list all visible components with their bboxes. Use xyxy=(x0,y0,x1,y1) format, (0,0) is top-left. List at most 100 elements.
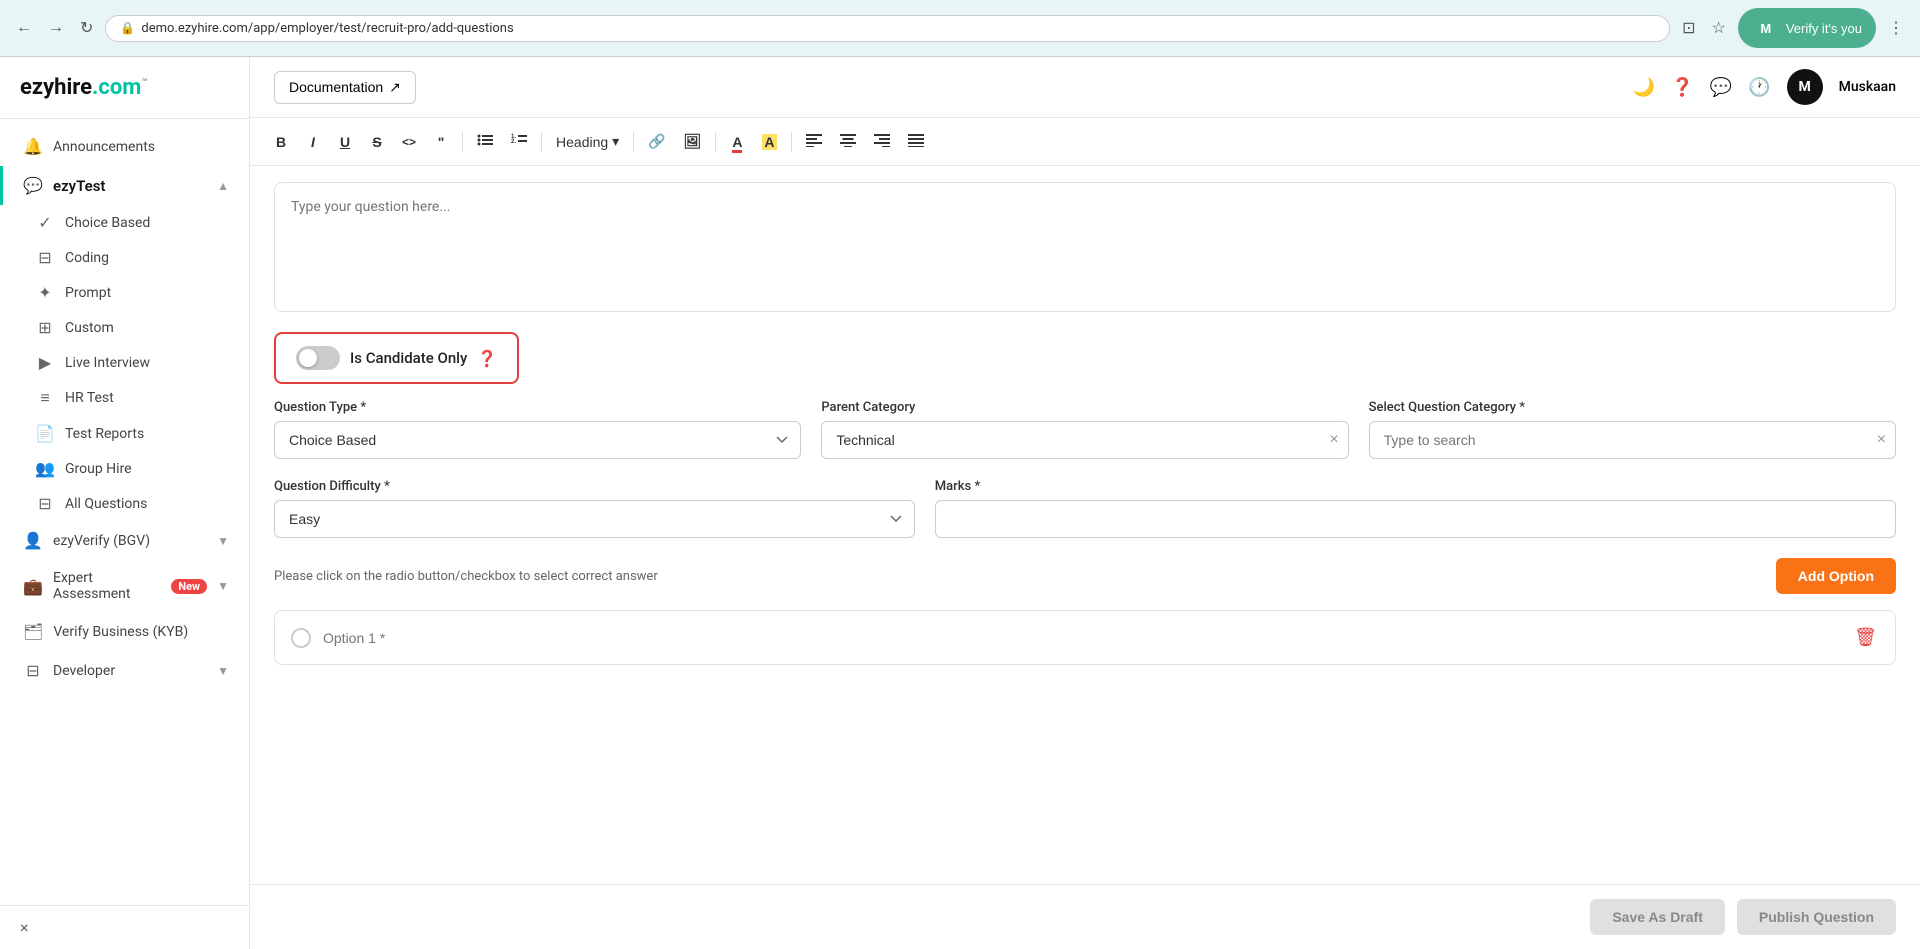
sidebar-item-coding[interactable]: ⊟ Coding xyxy=(16,240,249,275)
sidebar-item-prompt[interactable]: ✦ Prompt xyxy=(16,275,249,310)
sidebar-bottom: × xyxy=(0,905,249,949)
code-button[interactable]: <> xyxy=(394,130,424,154)
link-button[interactable]: 🔗 xyxy=(640,128,673,155)
sidebar-close-button[interactable]: × xyxy=(20,918,29,937)
toolbar-sep-1 xyxy=(462,132,463,152)
parent-category-clear-button[interactable]: × xyxy=(1329,431,1338,449)
developer-chevron: ▼ xyxy=(217,664,229,678)
publish-question-button[interactable]: Publish Question xyxy=(1737,899,1896,935)
italic-button[interactable]: I xyxy=(298,129,328,155)
question-type-label: Question Type * xyxy=(274,400,801,415)
unordered-list-button[interactable] xyxy=(469,128,501,155)
documentation-button[interactable]: Documentation ↗ xyxy=(274,71,416,104)
heading-dropdown-button[interactable]: Heading ▾ xyxy=(548,128,627,155)
option-row: 🗑 xyxy=(274,610,1896,665)
candidate-only-label: Is Candidate Only xyxy=(350,349,467,367)
refresh-button[interactable]: ↻ xyxy=(76,14,97,42)
heading-dropdown-chevron: ▾ xyxy=(612,133,619,150)
align-justify-button[interactable] xyxy=(900,128,932,155)
user-avatar[interactable]: M xyxy=(1787,69,1823,105)
toggle-knob xyxy=(299,349,317,367)
answer-section: Please click on the radio button/checkbo… xyxy=(250,558,1920,701)
all-questions-icon: ⊟ xyxy=(35,494,55,513)
parent-category-wrapper: × xyxy=(821,421,1348,459)
back-button[interactable]: ← xyxy=(12,15,36,41)
ezytest-subnav: ✓ Choice Based ⊟ Coding ✦ Prompt ⊞ Custo… xyxy=(0,205,249,521)
align-right-button[interactable] xyxy=(866,128,898,155)
toolbar-sep-5 xyxy=(791,132,792,152)
highlight-button[interactable]: A xyxy=(754,129,784,155)
candidate-only-toggle[interactable] xyxy=(296,346,340,370)
add-option-button[interactable]: Add Option xyxy=(1776,558,1896,594)
sidebar-item-developer[interactable]: ⊟ Developer ▼ xyxy=(0,651,249,690)
history-button[interactable]: 🕐 xyxy=(1748,77,1770,98)
option-delete-button[interactable]: 🗑 xyxy=(1852,625,1879,650)
ezytest-icon: 💬 xyxy=(23,176,43,195)
bookmark-icon[interactable]: ☆ xyxy=(1707,14,1729,42)
dark-mode-button[interactable]: 🌙 xyxy=(1633,77,1655,98)
screen-icon[interactable]: ⊡ xyxy=(1678,14,1699,42)
prompt-icon: ✦ xyxy=(35,283,55,302)
sidebar-item-all-questions[interactable]: ⊟ All Questions xyxy=(16,486,249,521)
forward-button[interactable]: → xyxy=(44,15,68,41)
sidebar-item-custom[interactable]: ⊞ Custom xyxy=(16,310,249,345)
developer-label: Developer xyxy=(53,663,115,679)
candidate-only-help-icon[interactable]: ❓ xyxy=(477,349,497,368)
sidebar-item-expert-assessment[interactable]: 💼 Expert Assessment New ▼ xyxy=(0,560,249,612)
sidebar-item-live-interview[interactable]: ▶ Live Interview xyxy=(16,345,249,380)
sidebar-item-test-reports[interactable]: 📄 Test Reports xyxy=(16,416,249,451)
choice-based-icon: ✓ xyxy=(35,213,55,232)
verify-business-icon: 🗂 xyxy=(23,622,43,641)
toolbar-sep-2 xyxy=(541,132,542,152)
save-draft-button[interactable]: Save As Draft xyxy=(1590,899,1725,935)
doc-external-icon: ↗ xyxy=(389,79,401,96)
text-color-button[interactable]: A xyxy=(722,129,752,155)
sidebar: ezyhire.com™ 🔔 Announcements 💬 ezyTest ▲… xyxy=(0,57,250,949)
option-input[interactable] xyxy=(323,630,1840,646)
sidebar-item-ezyverify[interactable]: 👤 ezyVerify (BGV) ▼ xyxy=(0,521,249,560)
answer-hint: Please click on the radio button/checkbo… xyxy=(274,569,658,584)
question-type-select[interactable]: Choice Based Single Choice Multiple Choi… xyxy=(274,421,801,459)
select-category-input[interactable] xyxy=(1369,421,1896,459)
ordered-list-button[interactable]: 1.2. xyxy=(503,128,535,155)
url-text: demo.ezyhire.com/app/employer/test/recru… xyxy=(141,21,1655,36)
choice-based-label: Choice Based xyxy=(65,215,150,231)
parent-category-input[interactable] xyxy=(821,421,1348,459)
sidebar-item-choice-based[interactable]: ✓ Choice Based xyxy=(16,205,249,240)
coding-label: Coding xyxy=(65,250,109,266)
question-textarea[interactable] xyxy=(274,182,1896,312)
verify-avatar: M xyxy=(1752,14,1780,42)
underline-button[interactable]: U xyxy=(330,129,360,155)
sidebar-item-hr-test[interactable]: ≡ HR Test xyxy=(16,380,249,416)
help-button[interactable]: ❓ xyxy=(1671,77,1693,98)
ezyverify-chevron: ▼ xyxy=(217,534,229,548)
sidebar-item-verify-business[interactable]: 🗂 Verify Business (KYB) xyxy=(0,612,249,651)
live-interview-label: Live Interview xyxy=(65,355,150,371)
address-bar[interactable]: 🔒 demo.ezyhire.com/app/employer/test/rec… xyxy=(105,15,1670,42)
question-type-row: Question Type * Choice Based Single Choi… xyxy=(250,400,1920,459)
custom-icon: ⊞ xyxy=(35,318,55,337)
editor-toolbar: B I U S <> " 1.2. Heading ▾ 🔗 xyxy=(250,118,1920,166)
sidebar-item-ezytest[interactable]: 💬 ezyTest ▲ xyxy=(0,166,249,205)
verify-button[interactable]: M Verify it's you xyxy=(1738,8,1876,48)
svg-text:2.: 2. xyxy=(511,139,516,145)
image-button[interactable]: 🖼 xyxy=(676,128,710,155)
developer-icon: ⊟ xyxy=(23,661,43,680)
difficulty-select[interactable]: Easy Medium Hard xyxy=(274,500,915,538)
menu-icon[interactable]: ⋮ xyxy=(1884,14,1908,42)
announcements-icon: 🔔 xyxy=(23,137,43,156)
bold-button[interactable]: B xyxy=(266,129,296,155)
align-left-button[interactable] xyxy=(798,128,830,155)
option-radio-button[interactable] xyxy=(291,628,311,648)
expert-assessment-label: Expert Assessment xyxy=(53,570,161,602)
sidebar-item-group-hire[interactable]: 👥 Group Hire xyxy=(16,451,249,486)
heading-dropdown-label: Heading xyxy=(556,134,608,150)
chat-button[interactable]: 💬 xyxy=(1710,77,1732,98)
blockquote-button[interactable]: " xyxy=(426,129,456,155)
align-center-button[interactable] xyxy=(832,128,864,155)
sidebar-item-announcements[interactable]: 🔔 Announcements xyxy=(0,127,249,166)
marks-label: Marks * xyxy=(935,479,1896,494)
marks-input[interactable] xyxy=(935,500,1896,538)
strikethrough-button[interactable]: S xyxy=(362,129,392,155)
select-category-clear-button[interactable]: × xyxy=(1877,431,1886,449)
